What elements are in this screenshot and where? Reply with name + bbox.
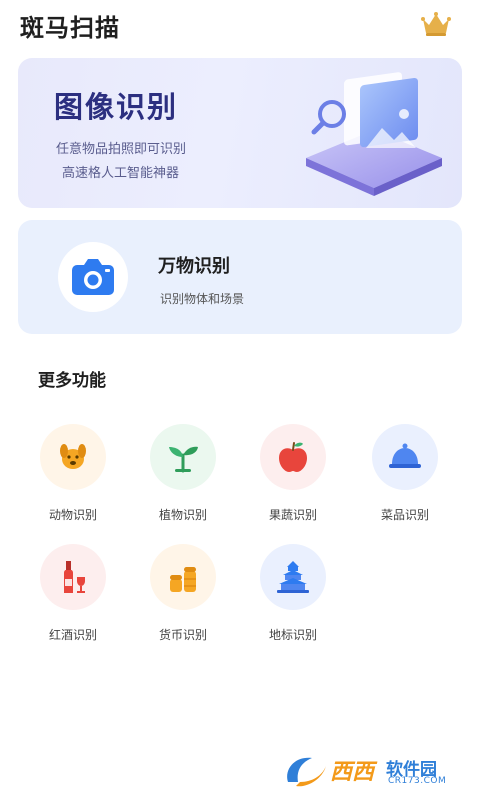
feature-icon-circle	[40, 424, 106, 490]
feature-icon-circle	[150, 544, 216, 610]
banner-subtitle-1: 任意物品拍照即可识别	[56, 142, 187, 157]
feature-icon-circle	[150, 424, 216, 490]
sprout-icon	[169, 446, 198, 473]
cr173-logo	[287, 757, 326, 787]
app-title: 斑马扫描	[20, 14, 120, 42]
watermark-brand: 西西	[330, 760, 375, 785]
feature-animal[interactable]: 动物识别	[28, 424, 118, 534]
watermark-url: CR173.COM	[388, 776, 447, 786]
camera-icon	[72, 259, 114, 295]
object-recognition-subtitle: 识别物体和场景	[160, 292, 245, 306]
apple-icon	[279, 442, 307, 472]
header: 斑马扫描	[0, 0, 480, 50]
feature-icon-circle	[260, 424, 326, 490]
feature-plant[interactable]: 植物识别	[138, 424, 228, 534]
feature-label: 红酒识别	[48, 628, 97, 642]
banner-subtitle-2: 高速格人工智能神器	[62, 166, 180, 181]
wine-icon	[64, 561, 85, 593]
feature-icon-circle	[260, 544, 326, 610]
feature-wine[interactable]: 红酒识别	[28, 544, 118, 654]
feature-icon-circle	[372, 424, 438, 490]
site-watermark: 西西 软件园 CR173.COM	[282, 752, 460, 790]
feature-label: 植物识别	[158, 508, 207, 522]
feature-label: 地标识别	[268, 628, 317, 642]
feature-label: 菜品识别	[380, 508, 429, 522]
camera-icon-circle	[58, 242, 128, 312]
landmark-icon	[277, 561, 309, 593]
feature-landmark[interactable]: 地标识别	[248, 544, 338, 654]
object-recognition-card[interactable]: 万物识别 识别物体和场景	[18, 220, 462, 334]
dish-icon	[389, 443, 421, 468]
dog-icon	[60, 444, 86, 469]
image-recognition-illustration	[306, 72, 442, 196]
feature-label: 动物识别	[48, 508, 97, 522]
image-recognition-banner[interactable]: 图像识别 任意物品拍照即可识别 高速格人工智能神器	[18, 58, 462, 208]
object-recognition-title: 万物识别	[158, 256, 230, 277]
feature-label: 货币识别	[158, 628, 207, 642]
feature-currency[interactable]: 货币识别	[138, 544, 228, 654]
banner-title: 图像识别	[54, 90, 179, 124]
feature-icon-circle	[40, 544, 106, 610]
crown-icon[interactable]	[420, 10, 452, 38]
coins-icon	[170, 567, 196, 592]
feature-fruit-veg[interactable]: 果蔬识别	[248, 424, 338, 534]
feature-label: 果蔬识别	[268, 508, 317, 522]
feature-dish[interactable]: 菜品识别	[360, 424, 450, 534]
more-features-title: 更多功能	[38, 371, 106, 391]
